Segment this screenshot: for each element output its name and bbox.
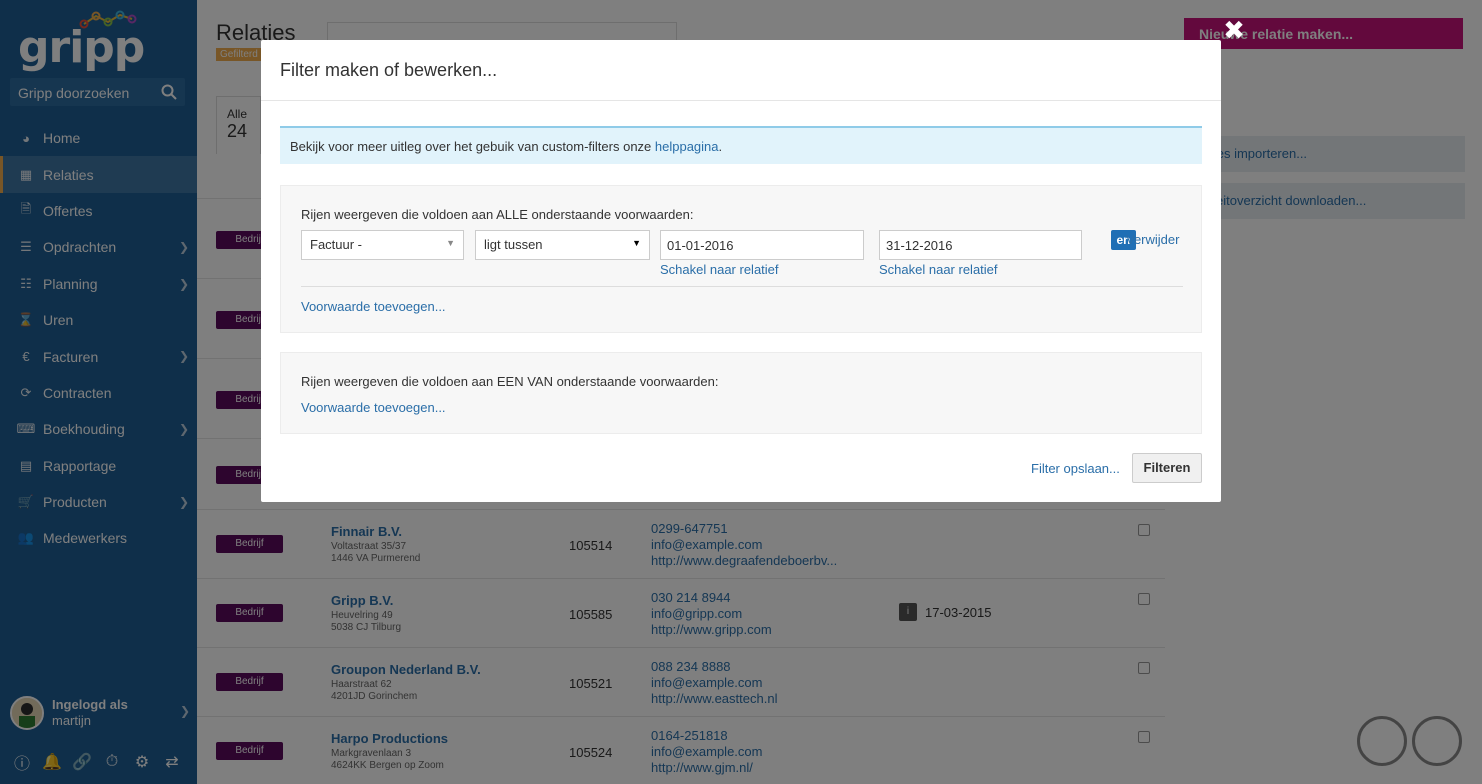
all-conditions-panel: Rijen weergeven die voldoen aan ALLE ond… — [280, 185, 1202, 333]
info-text: Bekijk voor meer uitleg over het gebuik … — [290, 139, 655, 154]
date-to-input[interactable]: 31-12-2016 — [879, 230, 1082, 260]
save-filter-link[interactable]: Filter opslaan... — [1031, 461, 1120, 476]
filter-button[interactable]: Filteren — [1132, 453, 1202, 483]
remove-condition-link[interactable]: Verwijder — [1126, 232, 1179, 247]
operator-select-value: ligt tussen — [484, 237, 543, 252]
close-icon[interactable]: ✖ — [1222, 17, 1246, 43]
divider — [301, 286, 1183, 287]
add-condition-any-link[interactable]: Voorwaarde toevoegen... — [301, 400, 446, 415]
switch-relative-to-link[interactable]: Schakel naar relatief — [879, 262, 998, 277]
modal-title: Filter maken of bewerken... — [261, 40, 1221, 101]
add-condition-all-link[interactable]: Voorwaarde toevoegen... — [301, 299, 446, 314]
info-box: Bekijk voor meer uitleg over het gebuik … — [280, 126, 1202, 164]
caret-down-icon: ▼ — [632, 238, 641, 248]
field-select-value: Factuur - — [310, 237, 363, 252]
any-conditions-panel: Rijen weergeven die voldoen aan EEN VAN … — [280, 352, 1202, 434]
help-page-link[interactable]: helppagina — [655, 139, 719, 154]
any-conditions-label: Rijen weergeven die voldoen aan EEN VAN … — [301, 374, 719, 389]
switch-relative-from-link[interactable]: Schakel naar relatief — [660, 262, 779, 277]
caret-down-icon: ▼ — [446, 238, 455, 248]
filter-modal: Filter maken of bewerken... Bekijk voor … — [261, 40, 1221, 502]
field-select[interactable]: Factuur - ▼ — [301, 230, 464, 260]
info-end: . — [718, 139, 723, 154]
operator-select[interactable]: ligt tussen ▼ — [475, 230, 650, 260]
date-from-input[interactable]: 01-01-2016 — [660, 230, 864, 260]
all-conditions-label: Rijen weergeven die voldoen aan ALLE ond… — [301, 207, 694, 222]
